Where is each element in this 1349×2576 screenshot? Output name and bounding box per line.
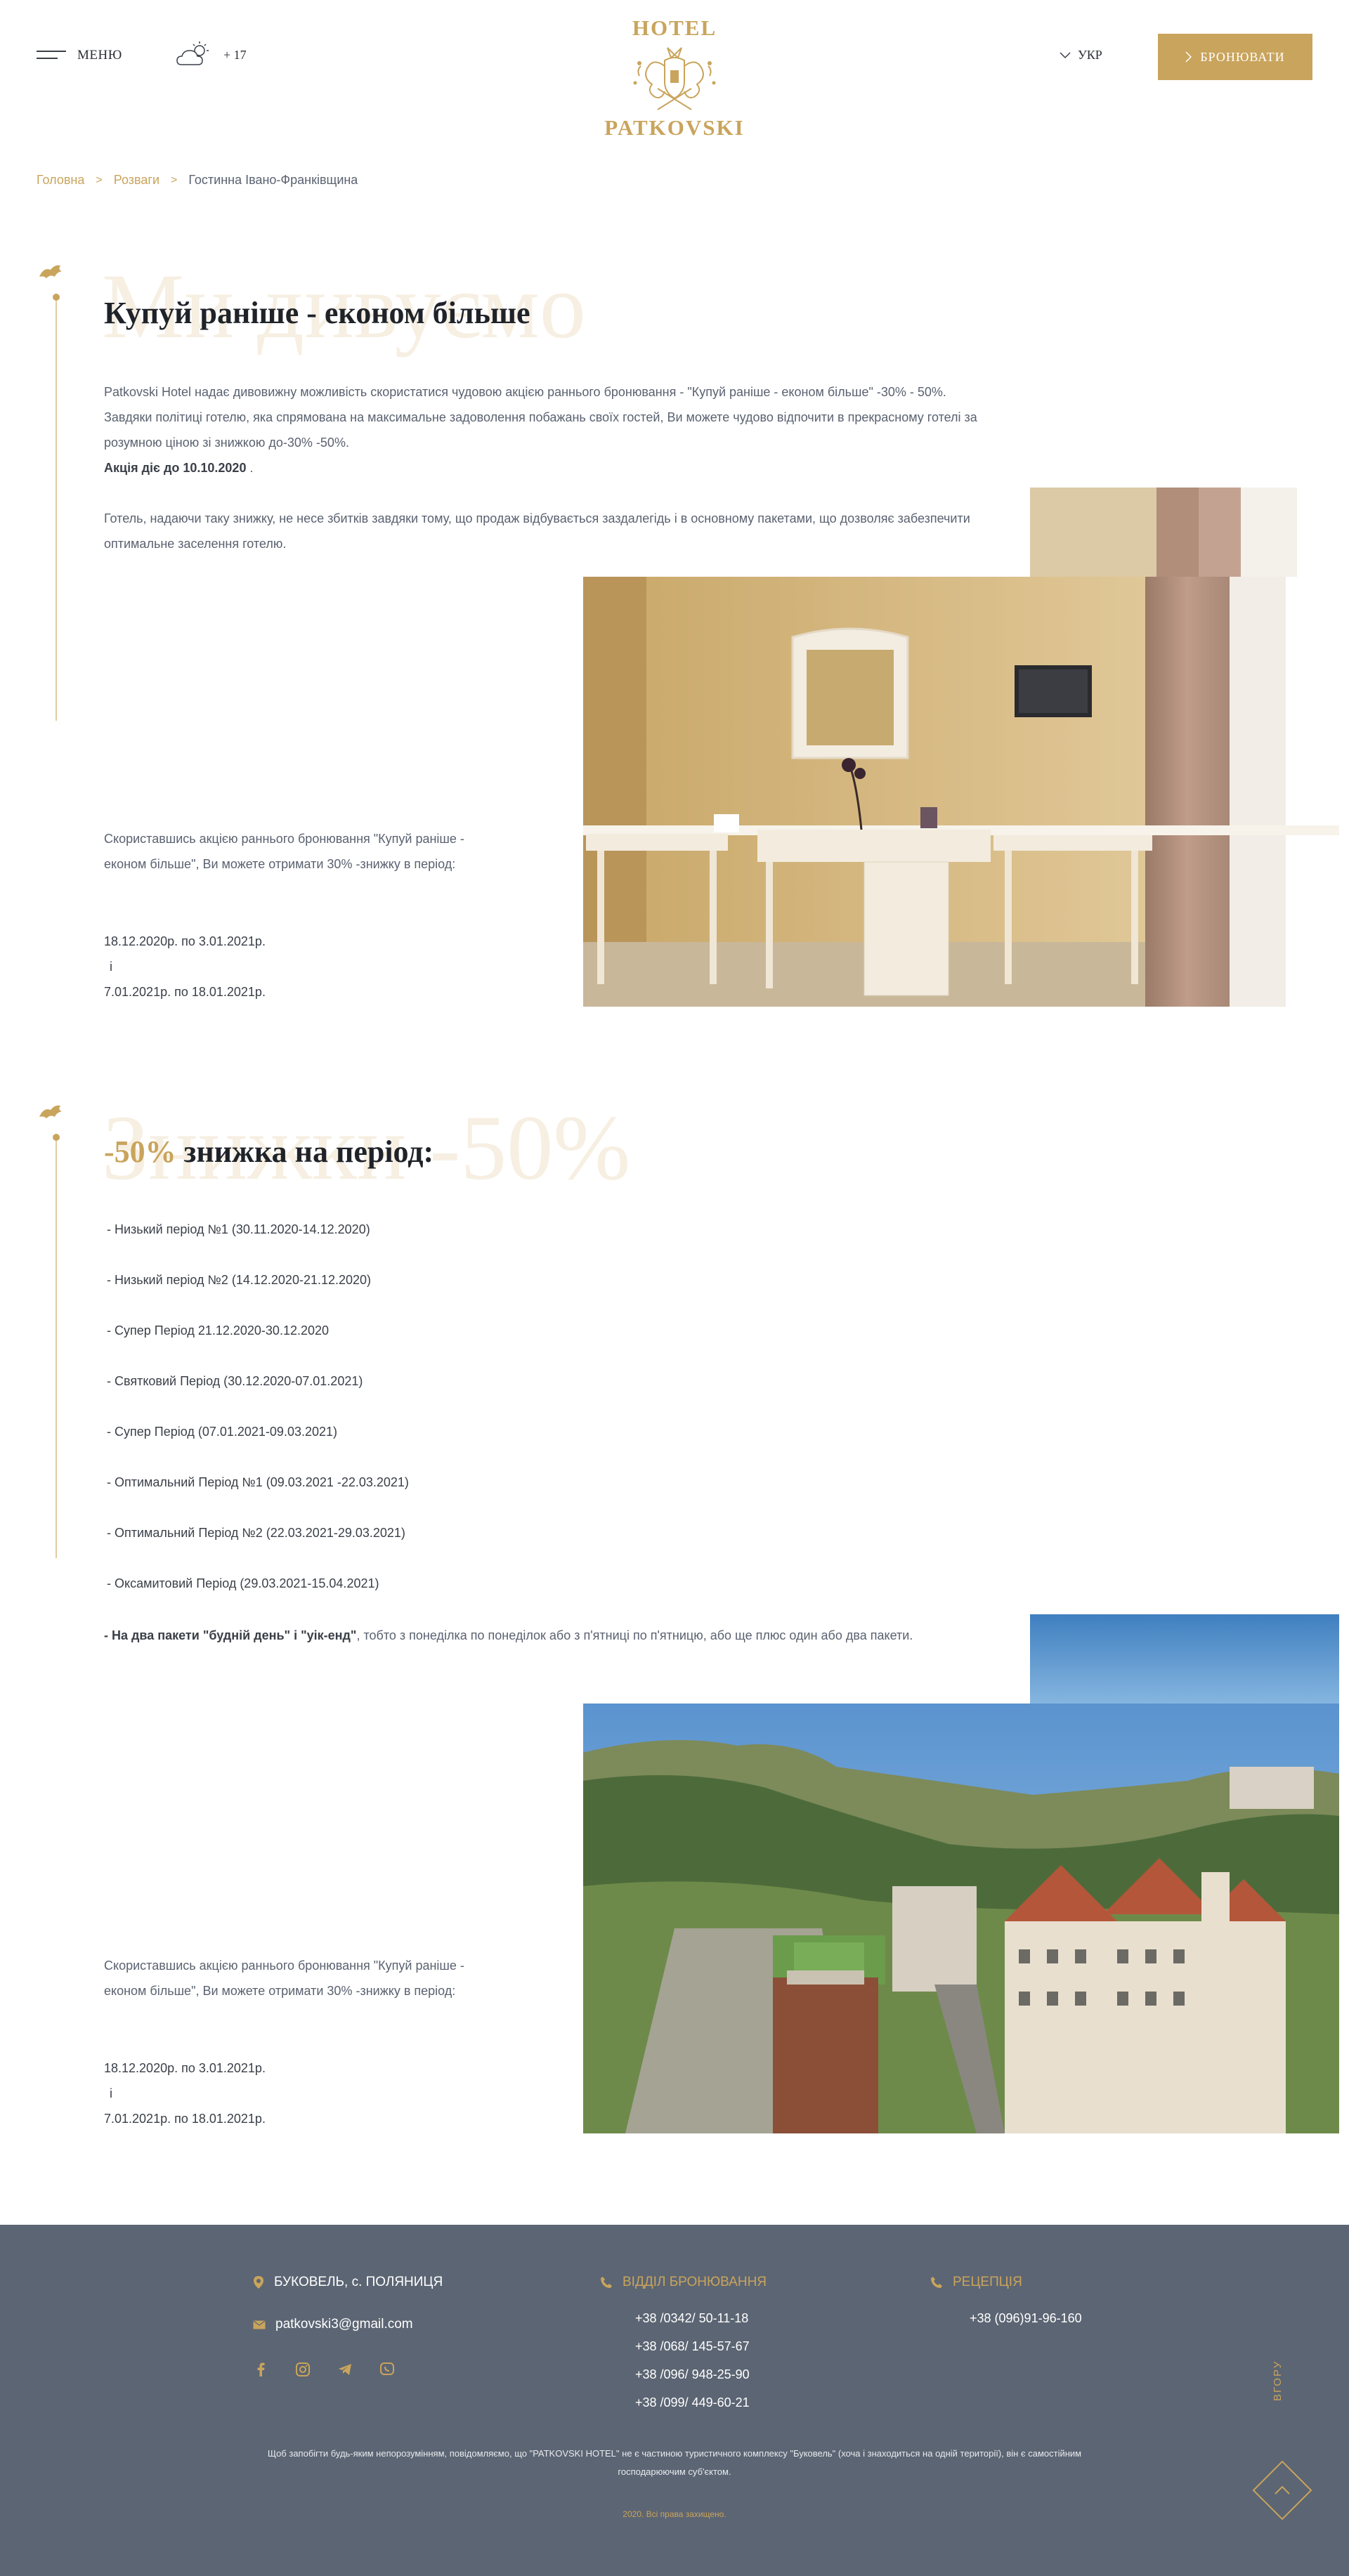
- language-label: УКР: [1078, 48, 1102, 62]
- breadcrumb-separator-icon: >: [96, 174, 103, 186]
- book-button-label: БРОНЮВАТИ: [1200, 49, 1285, 64]
- promo-side-text: Скориставшись акцією раннього бронювання…: [104, 1959, 464, 1998]
- promo-side-text: Скориставшись акцією раннього бронювання…: [104, 832, 464, 871]
- weather-widget: + 17: [174, 41, 247, 69]
- scroll-to-top-label: ВГОРУ: [1272, 2360, 1284, 2401]
- footer-email-text: patkovski3@gmail.com: [275, 2317, 413, 2332]
- period-item: - Супер Період 21.12.2020-30.12.2020: [107, 1323, 330, 1338]
- footer-copyright: 2020. Всі права захищено.: [623, 2509, 726, 2519]
- weather-temperature: + 17: [223, 47, 247, 62]
- section-title: -50% знижка на період:: [104, 1134, 434, 1171]
- section-marker-line: [56, 301, 57, 721]
- package-bold: - На два пакети "будній день" і "уік-енд…: [104, 1628, 357, 1642]
- period-item: - Оптимальний Період №2 (22.03.2021-29.0…: [107, 1526, 405, 1540]
- promo-deadline-tail: .: [246, 461, 254, 475]
- chevron-right-icon: [1185, 51, 1192, 63]
- period-item: - Низький період №1 (30.11.2020-14.12.20…: [107, 1222, 370, 1236]
- section-marker-dot: [53, 294, 60, 301]
- deer-antler-icon: [39, 1105, 62, 1118]
- telegram-icon[interactable]: [337, 2362, 353, 2377]
- promo-date-range-1: 18.12.2020р. по 3.01.2021р.: [104, 2061, 266, 2075]
- logo-patkovski-text: PATKOVSKI: [604, 115, 745, 140]
- promo-date-range-2: 7.01.2021р. по 18.01.2021р.: [104, 2112, 266, 2126]
- footer-booking-heading: ВІДДІЛ БРОНЮВАННЯ: [600, 2275, 767, 2290]
- booking-phone[interactable]: +38 /099/ 449-60-21: [635, 2395, 750, 2410]
- section-marker-dot: [53, 1134, 60, 1141]
- arrow-up-icon: [1275, 2485, 1290, 2495]
- booking-phone[interactable]: +38 /096/ 948-25-90: [635, 2367, 750, 2382]
- promo-deadline: Акція діє до 10.10.2020: [104, 461, 247, 475]
- footer-disclaimer: Щоб запобігти будь-яким непорозумінням, …: [267, 2448, 1082, 2477]
- breadcrumb-home-link[interactable]: Головна: [37, 173, 84, 188]
- language-selector[interactable]: УКР: [1060, 48, 1102, 63]
- discount-percent: -50%: [104, 1135, 176, 1169]
- period-item: - Святковий Період (30.12.2020-07.01.202…: [107, 1374, 363, 1388]
- room-photo-top-strip: [1030, 488, 1339, 577]
- promo-dates: 18.12.2020р. по 3.01.2021р. і 7.01.2021р…: [104, 929, 497, 1005]
- promo-date-range-1: 18.12.2020р. по 3.01.2021р.: [104, 934, 266, 948]
- deer-antler-icon: [39, 265, 62, 278]
- promo-dates: 18.12.2020р. по 3.01.2021р. і 7.01.2021р…: [104, 2055, 497, 2131]
- footer-address-text: БУКОВЕЛЬ, с. ПОЛЯНИЦЯ: [274, 2275, 443, 2289]
- instagram-icon[interactable]: [295, 2362, 311, 2377]
- facebook-icon[interactable]: [253, 2362, 268, 2377]
- package-description: - На два пакети "будній день" і "уік-енд…: [104, 1623, 996, 1648]
- breadcrumb-separator-icon: >: [171, 174, 178, 186]
- footer-booking-label: ВІДДІЛ БРОНЮВАННЯ: [623, 2275, 767, 2289]
- room-photo: [583, 577, 1339, 1007]
- footer-email[interactable]: patkovski3@gmail.com: [253, 2317, 413, 2332]
- footer-reception-heading: РЕЦЕПЦІЯ: [930, 2275, 1022, 2290]
- promo-description: Patkovski Hotel надає дивовижну можливіс…: [104, 379, 996, 480]
- booking-phone[interactable]: +38 /068/ 145-57-67: [635, 2339, 750, 2354]
- section-marker-line: [56, 1141, 57, 1558]
- promo-date-and: і: [110, 960, 112, 974]
- logo-hotel-text: HOTEL: [632, 15, 717, 40]
- resort-photo: [583, 1704, 1339, 2133]
- location-pin-icon: [254, 2276, 263, 2289]
- weather-cloud-sun-icon: [176, 41, 209, 65]
- email-icon: [253, 2320, 266, 2329]
- period-item: - Оксамитовий Період (29.03.2021-15.04.2…: [107, 1576, 379, 1590]
- footer-address: БУКОВЕЛЬ, с. ПОЛЯНИЦЯ: [253, 2275, 443, 2290]
- reception-phone[interactable]: +38 (096)91-96-160: [970, 2311, 1082, 2326]
- menu-label: МЕНЮ: [77, 48, 122, 63]
- menu-icon: [37, 51, 66, 60]
- breadcrumb-current: Гостинна Івано-Франківщина: [188, 173, 358, 187]
- breadcrumb: Головна > Розваги > Гостинна Івано-Франк…: [37, 173, 358, 188]
- period-item: - Оптимальний Період №1 (09.03.2021 -22.…: [107, 1475, 409, 1489]
- promo-description-text: Patkovski Hotel надає дивовижну можливіс…: [104, 385, 977, 450]
- period-item: - Супер Період (07.01.2021-09.03.2021): [107, 1425, 337, 1439]
- menu-button[interactable]: МЕНЮ: [37, 48, 122, 63]
- period-item: - Низький період №2 (14.12.2020-21.12.20…: [107, 1273, 372, 1287]
- discount-title: знижка на період:: [176, 1135, 434, 1169]
- hotel-logo[interactable]: HOTEL PATKOVSKI: [604, 15, 745, 140]
- promo-date-range-2: 7.01.2021р. по 18.01.2021р.: [104, 985, 266, 999]
- section-title: Купуй раніше - економ більше: [104, 296, 530, 330]
- chevron-down-icon: [1060, 51, 1071, 58]
- footer-reception-label: РЕЦЕПЦІЯ: [953, 2275, 1022, 2289]
- viber-icon[interactable]: [379, 2362, 395, 2377]
- phone-icon: [931, 2277, 942, 2288]
- package-rest: , тобто з понеділка по понеділок або з п…: [356, 1628, 913, 1642]
- booking-phone[interactable]: +38 /0342/ 50-11-18: [635, 2311, 748, 2326]
- resort-photo-top-strip: [1030, 1614, 1339, 1704]
- site-header: МЕНЮ + 17 HOTEL PATKOVSKI УКР БРОНЮВАТИ: [0, 0, 1349, 155]
- promo-date-and: і: [110, 2086, 112, 2100]
- book-button[interactable]: БРОНЮВАТИ: [1158, 34, 1312, 80]
- promo-explanation: Готель, надаючи таку знижку, не несе зби…: [104, 511, 970, 551]
- breadcrumb-section-link[interactable]: Розваги: [114, 173, 159, 188]
- hotel-crest-icon: [633, 47, 716, 110]
- phone-icon: [601, 2277, 612, 2288]
